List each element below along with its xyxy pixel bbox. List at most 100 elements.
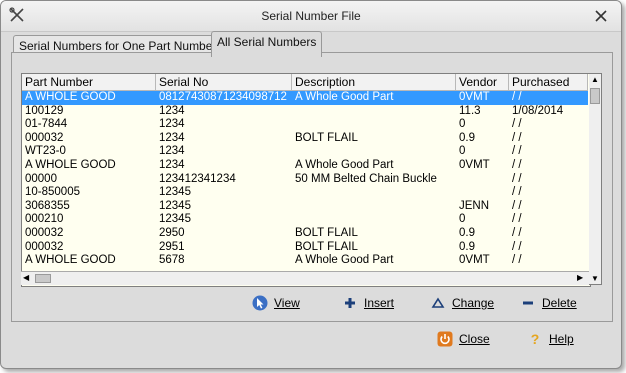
table-cell: 000032 <box>25 227 64 239</box>
table-cell: 1234 <box>159 118 185 131</box>
table-cell <box>292 118 456 132</box>
table-cell: / / <box>512 186 522 199</box>
tab-panel: Part Number Serial No Description Vendor Pur… <box>11 52 613 322</box>
table-cell: 10-850005 <box>25 186 80 199</box>
table-cell: / / <box>512 172 522 185</box>
table-cell: 1234 <box>159 145 185 158</box>
table-cell: / / <box>512 118 522 131</box>
table-cell: A Whole Good Part <box>295 91 394 103</box>
table-cell: 000210 <box>25 213 64 226</box>
table-cell: 00000 <box>25 172 57 185</box>
table-cell: 0VMT <box>459 91 490 103</box>
change-button-label: Change <box>452 296 495 310</box>
table-cell: 1/08/2014 <box>512 104 564 117</box>
close-button-label: Close <box>459 332 490 346</box>
table-cell: 1234 <box>159 131 185 144</box>
table-cell: A WHOLE GOOD <box>25 159 116 171</box>
table-cell: 0 <box>459 213 466 226</box>
table-cell: 123412341234 <box>159 172 236 185</box>
insert-button[interactable]: Insert <box>342 293 394 313</box>
table-cell: 3068355 <box>25 199 70 212</box>
insert-button-label: Insert <box>364 296 395 310</box>
help-button-label: Help <box>549 332 574 346</box>
table-cell: 12345 <box>159 213 191 226</box>
horizontal-scrollbar[interactable]: ◀ ▶ <box>21 271 589 285</box>
table-cell: WT23-0 <box>25 145 66 158</box>
view-button-label: View <box>274 296 300 310</box>
table-row[interactable]: 01-7844 1234 0 / / <box>22 118 588 132</box>
table-cell: / / <box>512 254 522 267</box>
table-row[interactable]: 3068355 12345 JENN / / <box>22 200 588 214</box>
table-cell: A WHOLE GOOD <box>25 254 116 267</box>
column-header[interactable]: Serial No <box>156 74 292 90</box>
table-cell <box>292 105 456 119</box>
table-row[interactable]: 000210 12345 0 / / <box>22 213 588 227</box>
delete-minus-icon <box>520 295 536 311</box>
column-header[interactable]: Purchased <box>509 74 588 90</box>
table-cell: 01-7844 <box>25 118 68 131</box>
table-cell <box>292 213 456 227</box>
table-row[interactable]: 00000 123412341234 50 MM Belted Chain Buck… <box>22 173 588 187</box>
close-icon[interactable] <box>593 8 609 24</box>
table-cell <box>292 200 456 214</box>
scroll-up-icon[interactable]: ▲ <box>591 75 599 85</box>
table-row[interactable]: 10-850005 12345 / / <box>22 186 588 200</box>
column-header[interactable]: Part Number <box>22 74 156 90</box>
table-cell: 5678 <box>159 254 185 267</box>
table-row[interactable]: 100129 1234 11.3 1/08/2014 <box>22 105 588 119</box>
delete-button[interactable]: Delete <box>520 293 577 313</box>
close-button[interactable]: Close <box>437 329 490 349</box>
window-title: Serial Number File <box>261 9 361 23</box>
table-cell: 2951 <box>159 240 185 253</box>
table-cell: BOLT FLAIL <box>295 227 358 239</box>
serial-numbers-table[interactable]: Part Number Serial No Description Vendor Pur… <box>21 73 591 287</box>
power-icon <box>437 331 453 347</box>
table-cell: 0.9 <box>459 240 475 253</box>
table-cell: 0VMT <box>459 159 490 171</box>
vertical-scroll-thumb[interactable] <box>590 88 600 104</box>
insert-plus-icon <box>342 295 358 311</box>
table-cell: 000032 <box>25 131 64 144</box>
table-row[interactable]: A WHOLE GOOD 5678 A Whole Good Part 0VMT / … <box>22 254 588 268</box>
table-cell: / / <box>512 213 522 226</box>
scroll-right-icon[interactable]: ▶ <box>577 273 583 283</box>
table-row[interactable]: 000032 2950 BOLT FLAIL 0.9 / / <box>22 227 588 241</box>
table-cell: 50 MM Belted Chain Buckle <box>295 172 437 185</box>
table-cell <box>456 186 509 200</box>
change-button[interactable]: Change <box>430 293 494 313</box>
help-question-icon: ? <box>530 331 540 347</box>
table-row[interactable]: A WHOLE GOOD 08127430871234098712 A Whole … <box>22 91 588 105</box>
table-row[interactable]: 000032 2951 BOLT FLAIL 0.9 / / <box>22 241 588 255</box>
table-cell: A Whole Good Part <box>295 254 394 267</box>
table-cell: / / <box>512 199 522 212</box>
horizontal-scroll-thumb[interactable] <box>35 274 51 283</box>
column-header[interactable]: Vendor <box>456 74 509 90</box>
table-cell: 0VMT <box>459 254 490 267</box>
table-cell: 08127430871234098712 <box>159 91 287 103</box>
table-row[interactable]: 000032 1234 BOLT FLAIL 0.9 / / <box>22 132 588 146</box>
help-button[interactable]: ? Help <box>527 329 574 349</box>
table-cell: 0.9 <box>459 227 475 239</box>
table-cell: BOLT FLAIL <box>295 240 358 253</box>
table-row[interactable]: A WHOLE GOOD 1234 A Whole Good Part 0VMT / … <box>22 159 588 173</box>
table-cell <box>292 186 456 200</box>
vertical-scrollbar[interactable]: ▲ ▼ <box>589 73 602 285</box>
view-button[interactable]: View <box>252 293 300 313</box>
scroll-down-icon[interactable]: ▼ <box>591 274 599 284</box>
scroll-left-icon[interactable]: ◀ <box>23 273 29 283</box>
table-cell: A Whole Good Part <box>295 159 394 171</box>
tab-all-serial-numbers[interactable]: All Serial Numbers <box>211 31 323 57</box>
table-cell: A WHOLE GOOD <box>25 91 116 103</box>
table-cell: 0 <box>459 145 466 158</box>
table-cell <box>292 145 456 159</box>
table-cell: BOLT FLAIL <box>295 131 358 144</box>
table-cell: / / <box>512 240 522 253</box>
table-cell: 2950 <box>159 227 185 239</box>
view-cursor-icon <box>252 295 268 311</box>
table-row[interactable]: WT23-0 1234 0 / / <box>22 145 588 159</box>
column-header[interactable]: Description <box>292 74 456 90</box>
table-cell: 12345 <box>159 199 191 212</box>
table-cell: / / <box>512 131 522 144</box>
table-cell: 1234 <box>159 104 185 117</box>
table-cell: JENN <box>459 199 490 212</box>
